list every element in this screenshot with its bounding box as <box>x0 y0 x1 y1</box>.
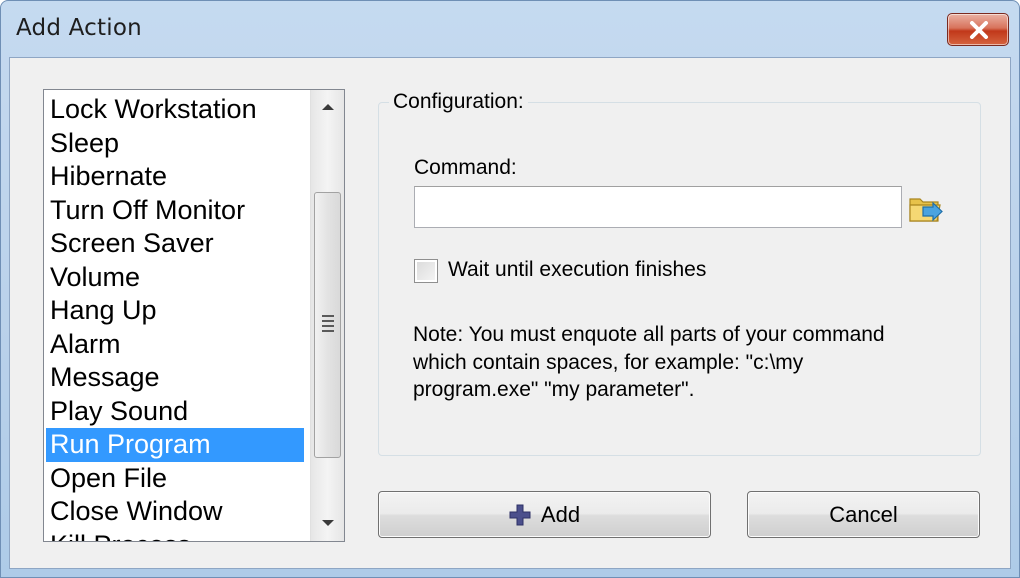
configuration-label: Configuration: <box>389 90 528 114</box>
chevron-up-icon <box>322 104 334 110</box>
scroll-up-button[interactable] <box>311 90 344 124</box>
command-input[interactable] <box>414 186 902 228</box>
wait-label[interactable]: Wait until execution finishes <box>448 258 706 282</box>
list-item[interactable]: Lock Workstation <box>44 93 307 127</box>
note-text: Note: You must enquote all parts of your… <box>413 323 885 401</box>
list-item[interactable]: Sleep <box>44 127 307 161</box>
list-item[interactable]: Open File <box>44 462 307 496</box>
plus-icon <box>509 504 531 525</box>
list-item[interactable]: Message <box>44 361 307 395</box>
browse-button[interactable] <box>907 190 945 226</box>
grip-line <box>322 325 334 327</box>
grip-line <box>322 315 334 317</box>
cancel-button-label: Cancel <box>829 501 898 527</box>
list-item[interactable]: Run Program <box>46 428 304 462</box>
list-scrollbar[interactable] <box>310 90 344 541</box>
action-listbox[interactable]: Lock Workstation Sleep Hibernate Turn Off M… <box>43 89 345 542</box>
close-button[interactable] <box>947 13 1009 46</box>
add-action-dialog: Add Action Lock Workstation Sleep Hibernat… <box>0 0 1020 578</box>
list-item[interactable]: Turn Off Monitor <box>44 194 307 228</box>
grip-line <box>322 330 334 332</box>
list-item[interactable]: Alarm <box>44 328 307 362</box>
dialog-body: Lock Workstation Sleep Hibernate Turn Off M… <box>9 57 1011 569</box>
title-bar[interactable]: Add Action <box>1 1 1019 57</box>
action-list: Lock Workstation Sleep Hibernate Turn Off M… <box>44 93 307 542</box>
wait-checkbox[interactable] <box>414 259 438 283</box>
close-icon <box>970 21 988 39</box>
grip-line <box>322 320 334 322</box>
list-item[interactable]: Volume <box>44 261 307 295</box>
scroll-down-button[interactable] <box>311 507 344 541</box>
add-button[interactable]: Add <box>378 491 711 538</box>
add-button-label: Add <box>540 501 581 527</box>
list-item[interactable]: Hang Up <box>44 294 307 328</box>
cancel-button[interactable]: Cancel <box>747 491 980 538</box>
dialog-title: Add Action <box>16 15 142 41</box>
list-item[interactable]: Screen Saver <box>44 227 307 261</box>
list-item[interactable]: Kill Process <box>44 529 307 542</box>
chevron-down-icon <box>322 520 334 526</box>
command-label: Command: <box>414 156 517 179</box>
folder-browse-icon <box>909 198 943 222</box>
list-item[interactable]: Hibernate <box>44 160 307 194</box>
scroll-thumb[interactable] <box>314 192 341 458</box>
list-item[interactable]: Close Window <box>44 495 307 529</box>
list-item[interactable]: Play Sound <box>44 395 307 429</box>
